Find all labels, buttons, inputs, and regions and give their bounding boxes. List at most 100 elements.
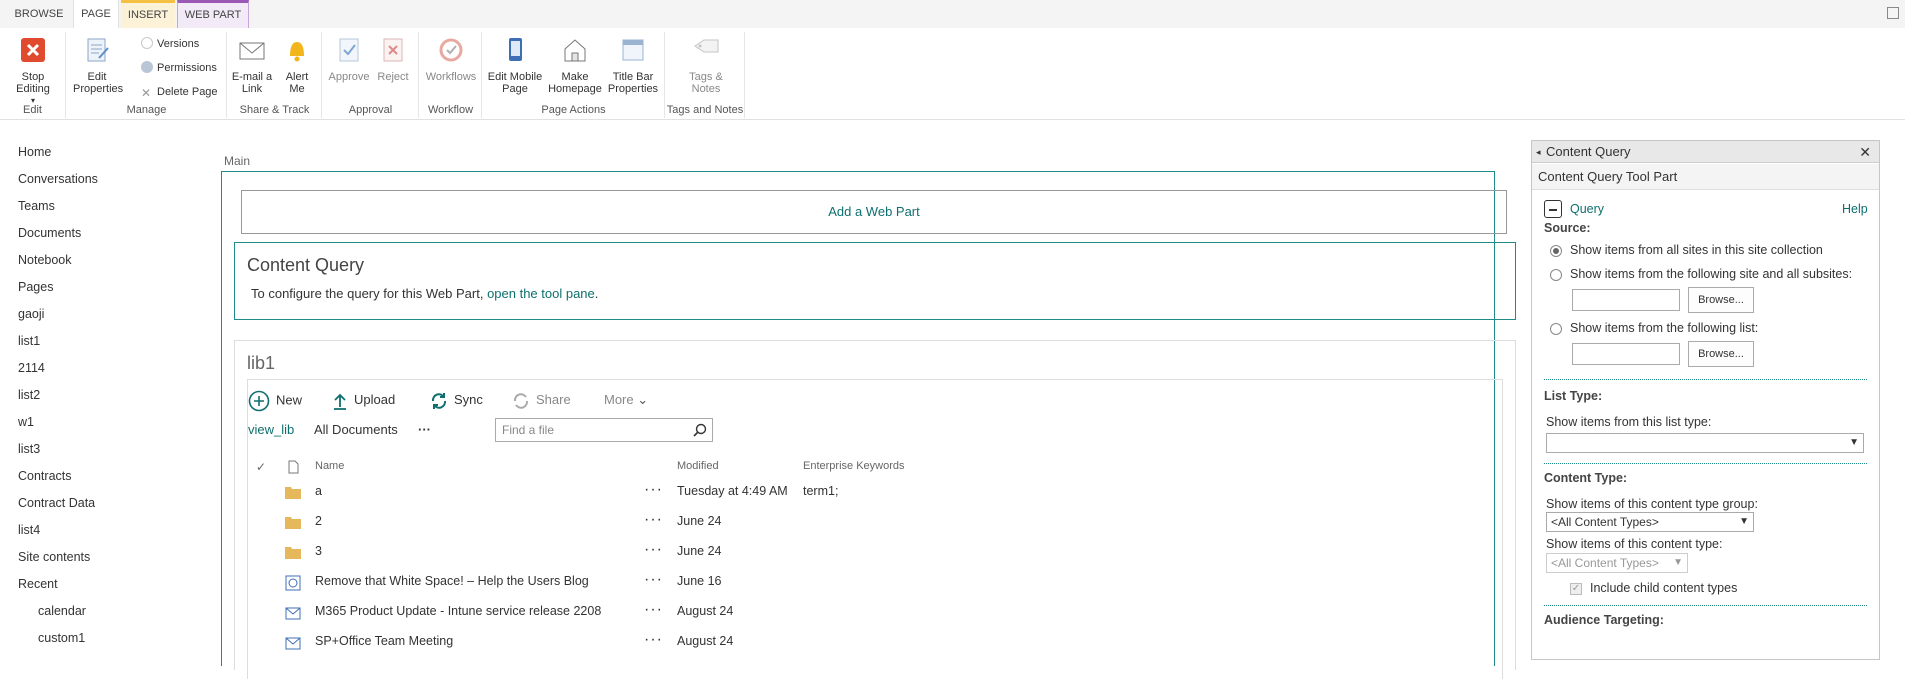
nav-item-list3[interactable]: list3 <box>18 442 40 456</box>
title-bar-properties-button[interactable]: Title Bar Properties <box>605 36 661 95</box>
browse-list-button[interactable]: Browse... <box>1688 341 1754 367</box>
email-link-button[interactable]: E-mail a Link <box>230 36 274 95</box>
collapse-arrow-icon[interactable]: ◂ <box>1536 141 1541 163</box>
alert-me-button[interactable]: Alert Me <box>276 36 318 95</box>
select-all-checkmark-icon[interactable]: ✓ <box>256 460 266 474</box>
table-row[interactable]: SP+Office Team Meeting ··· August 24 <box>248 627 1502 657</box>
include-child-label: Include child content types <box>1590 581 1738 595</box>
approve-button[interactable]: Approve <box>327 36 371 83</box>
edit-mobile-page-button[interactable]: Edit Mobile Page <box>485 36 545 95</box>
tab-browse[interactable]: BROWSE <box>8 0 70 28</box>
add-web-part-button[interactable]: Add a Web Part <box>241 190 1507 234</box>
nav-item-home[interactable]: Home <box>18 145 51 159</box>
row-name[interactable]: SP+Office Team Meeting <box>315 634 453 648</box>
nav-item-teams[interactable]: Teams <box>18 199 55 213</box>
plus-circle-icon <box>248 390 270 412</box>
nav-item-gaoji[interactable]: gaoji <box>18 307 44 321</box>
nav-item-documents[interactable]: Documents <box>18 226 81 240</box>
nav-item-list1[interactable]: list1 <box>18 334 40 348</box>
view-more-ellipsis[interactable]: ··· <box>418 422 431 437</box>
sync-button[interactable]: Sync <box>430 390 483 410</box>
table-row[interactable]: 2 ··· June 24 <box>248 507 1502 537</box>
list-url-input[interactable] <box>1572 343 1680 365</box>
row-more-icon[interactable]: ··· <box>644 571 663 589</box>
nav-item-pages[interactable]: Pages <box>18 280 53 294</box>
browse-site-button[interactable]: Browse... <box>1688 287 1754 313</box>
nav-item-site-contents[interactable]: Site contents <box>18 550 90 564</box>
open-tool-pane-link[interactable]: open the tool pane <box>487 286 595 301</box>
collapse-query-icon[interactable] <box>1544 200 1562 218</box>
nav-item-calendar[interactable]: calendar <box>38 604 86 618</box>
table-row[interactable]: a ··· Tuesday at 4:49 AM term1; <box>248 477 1502 507</box>
versions-button[interactable]: Versions <box>141 36 199 52</box>
tab-web-part[interactable]: WEB PART <box>177 0 249 28</box>
nav-item-contract-data[interactable]: Contract Data <box>18 496 95 510</box>
chevron-down-icon: ⌄ <box>637 392 649 407</box>
focus-content-icon[interactable] <box>1887 7 1899 19</box>
radio-all-sites[interactable] <box>1550 245 1562 257</box>
view-current[interactable]: view_lib <box>248 422 294 437</box>
search-icon[interactable] <box>693 423 707 437</box>
ct-select[interactable]: <All Content Types> ▼ <box>1546 553 1688 573</box>
query-heading[interactable]: Query <box>1570 202 1604 216</box>
tool-part-title: Content Query Tool Part <box>1532 164 1879 190</box>
ct-group-select[interactable]: <All Content Types> ▼ <box>1546 512 1754 532</box>
nav-item-notebook[interactable]: Notebook <box>18 253 72 267</box>
nav-item-custom1[interactable]: custom1 <box>38 631 85 645</box>
row-name[interactable]: M365 Product Update - Intune service rel… <box>315 604 601 618</box>
table-row[interactable]: M365 Product Update - Intune service rel… <box>248 597 1502 627</box>
workflows-icon <box>439 38 463 62</box>
reject-button[interactable]: Reject <box>371 36 415 83</box>
new-button[interactable]: New <box>248 390 302 412</box>
row-name[interactable]: 3 <box>315 544 322 558</box>
make-homepage-button[interactable]: Make Homepage <box>547 36 603 95</box>
row-modified: June 16 <box>677 574 722 588</box>
radio-following-site[interactable] <box>1550 269 1562 281</box>
row-more-icon[interactable]: ··· <box>644 541 663 559</box>
content-query-title: Content Query <box>247 255 365 275</box>
share-button[interactable]: Share <box>512 390 571 410</box>
permissions-button[interactable]: Permissions <box>141 60 217 76</box>
upload-button[interactable]: Upload <box>332 390 395 410</box>
row-more-icon[interactable]: ··· <box>644 481 663 499</box>
row-more-icon[interactable]: ··· <box>644 601 663 619</box>
folder-icon <box>285 517 301 529</box>
include-child-checkbox[interactable]: ✓ <box>1570 583 1582 595</box>
view-all-documents[interactable]: All Documents <box>314 422 398 437</box>
column-header-name[interactable]: Name <box>315 460 344 472</box>
opt-site-label: Show items from the following site and a… <box>1570 267 1853 281</box>
row-name[interactable]: a <box>315 484 322 498</box>
workflows-button[interactable]: Workflows <box>424 36 478 83</box>
table-row[interactable]: Remove that White Space! – Help the User… <box>248 567 1502 597</box>
row-name[interactable]: 2 <box>315 514 322 528</box>
column-header-modified[interactable]: Modified <box>677 460 719 472</box>
nav-item-contracts[interactable]: Contracts <box>18 469 72 483</box>
delete-page-label: Delete Page <box>157 86 218 98</box>
nav-item-w1[interactable]: w1 <box>18 415 34 429</box>
nav-item-2114[interactable]: 2114 <box>18 361 45 375</box>
row-more-icon[interactable]: ··· <box>644 511 663 529</box>
radio-following-list[interactable] <box>1550 323 1562 335</box>
permissions-icon <box>141 61 153 73</box>
site-url-input[interactable] <box>1572 289 1680 311</box>
tab-page[interactable]: PAGE <box>73 0 119 28</box>
table-row[interactable]: 3 ··· June 24 <box>248 537 1502 567</box>
make-homepage-label: Make Homepage <box>548 71 602 95</box>
edit-properties-button[interactable]: Edit Properties <box>71 36 123 95</box>
stop-editing-button[interactable]: Stop Editing ▾ <box>4 36 62 107</box>
search-input[interactable]: Find a file <box>495 418 713 442</box>
list-type-select[interactable]: ▼ <box>1546 433 1864 453</box>
tags-notes-button[interactable]: Tags & Notes <box>676 36 736 95</box>
help-link[interactable]: Help <box>1842 202 1868 216</box>
row-name[interactable]: Remove that White Space! – Help the User… <box>315 574 589 588</box>
more-button[interactable]: More ⌄ <box>604 390 648 410</box>
row-more-icon[interactable]: ··· <box>644 631 663 649</box>
tab-insert[interactable]: INSERT <box>121 0 175 28</box>
delete-page-button[interactable]: ✕ Delete Page <box>141 84 218 100</box>
close-icon[interactable]: ✕ <box>1859 141 1871 163</box>
column-header-keywords[interactable]: Enterprise Keywords <box>803 460 905 472</box>
nav-item-conversations[interactable]: Conversations <box>18 172 98 186</box>
nav-item-list4[interactable]: list4 <box>18 523 40 537</box>
library-title[interactable]: lib1 <box>247 353 275 374</box>
nav-item-list2[interactable]: list2 <box>18 388 40 402</box>
